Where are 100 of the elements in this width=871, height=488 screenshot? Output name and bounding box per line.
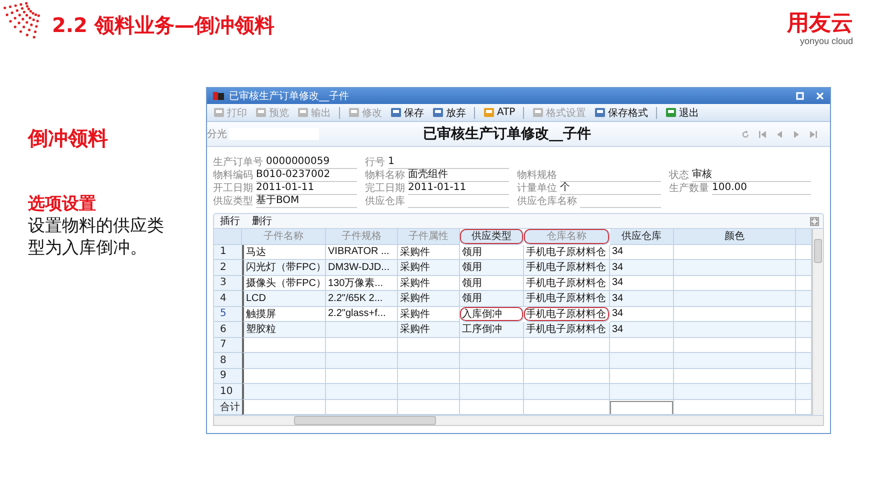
- table-cell: 领用: [460, 276, 524, 291]
- table-cell: 采购件: [398, 322, 460, 338]
- table-cell: 闪光灯（带FPC）: [242, 260, 326, 276]
- close-icon[interactable]: [816, 92, 824, 100]
- form-title: 已审核生产订单修改__子件: [423, 125, 591, 143]
- table-cell: [460, 368, 524, 384]
- field-label: 物料规格: [517, 168, 557, 182]
- field-value[interactable]: B010-0237002: [256, 169, 357, 182]
- toolbar-button[interactable]: ATP: [480, 105, 518, 120]
- table-cell: 130万像素...: [326, 276, 398, 291]
- row-number: 6: [214, 322, 242, 338]
- table-cell: [796, 384, 812, 400]
- table-cell: [326, 384, 398, 400]
- field-label: 状态: [669, 168, 689, 182]
- table-cell: [610, 338, 674, 353]
- table-cell: 摄像头（带FPC）: [242, 276, 326, 291]
- field-value[interactable]: 0000000059: [266, 156, 357, 169]
- table-cell: 采购件: [398, 260, 460, 276]
- table-cell: [610, 368, 674, 384]
- row-number: 8: [214, 353, 242, 368]
- table-cell: VIBRATOR ...: [326, 244, 398, 260]
- table-cell: [326, 368, 398, 384]
- table-cell: [796, 368, 812, 384]
- table-cell: [326, 353, 398, 368]
- field-label: 供应仓库: [365, 194, 405, 208]
- grid-action-button[interactable]: 删行: [250, 214, 274, 228]
- column-header[interactable]: 颜色: [674, 229, 796, 244]
- field-value[interactable]: 审核: [692, 169, 811, 182]
- row-number: 7: [214, 338, 242, 353]
- field-label: 供应仓库名称: [517, 194, 577, 208]
- slide-subheading: 选项设置: [28, 193, 97, 215]
- slide-heading: 倒冲领料: [28, 125, 109, 152]
- maximize-icon[interactable]: [796, 92, 804, 100]
- refresh-icon[interactable]: [741, 130, 750, 138]
- table-cell: [326, 338, 398, 353]
- table-cell: [460, 338, 524, 353]
- table-cell: 2.2"glass+f...: [326, 306, 398, 322]
- toolbar-button[interactable]: 保存格式: [591, 105, 652, 120]
- next-icon[interactable]: [792, 130, 801, 138]
- table-cell: 入库倒冲: [460, 306, 524, 322]
- column-header[interactable]: 供应类型: [460, 229, 524, 244]
- table-cell: 34: [610, 260, 674, 276]
- row-number: 4: [214, 291, 242, 306]
- first-icon[interactable]: [758, 130, 767, 138]
- field-label: 开工日期: [213, 182, 253, 195]
- table-cell: 手机电子原材料仓: [524, 260, 610, 276]
- table-cell: [796, 244, 812, 260]
- table-cell: [610, 353, 674, 368]
- logo-tagline: yonyou cloud: [800, 36, 853, 46]
- table-cell: [460, 384, 524, 400]
- field-value[interactable]: 基于BOM: [256, 195, 357, 208]
- last-icon[interactable]: [809, 130, 818, 138]
- table-cell: [398, 368, 460, 384]
- field-label: 物料名称: [365, 168, 405, 182]
- field-value[interactable]: 100.00: [712, 182, 811, 195]
- expand-icon[interactable]: [810, 216, 819, 226]
- table-cell: [398, 353, 460, 368]
- toolbar-button[interactable]: 放弃: [429, 105, 469, 120]
- field-value[interactable]: 个: [560, 182, 661, 195]
- table-cell: LCD: [242, 291, 326, 306]
- table-cell: 手机电子原材料仓: [524, 276, 610, 291]
- table-cell: [796, 291, 812, 306]
- table-cell: 采购件: [398, 244, 460, 260]
- column-header[interactable]: 供应仓库: [610, 229, 674, 244]
- window-title: 已审核生产订单修改__子件: [229, 90, 349, 103]
- table-cell: 手机电子原材料仓: [524, 291, 610, 306]
- table-cell: [796, 353, 812, 368]
- row-number: 1: [214, 244, 242, 260]
- table-cell: [796, 338, 812, 353]
- table-cell: 采购件: [398, 276, 460, 291]
- row-number: 10: [214, 384, 242, 400]
- table-cell: 触摸屏: [242, 306, 326, 322]
- field-value[interactable]: 2011-01-11: [256, 182, 357, 195]
- field-value[interactable]: 1: [388, 156, 509, 169]
- field-label: 计量单位: [517, 182, 557, 195]
- filter-label: 分光: [207, 128, 227, 141]
- row-number: 5: [214, 306, 242, 322]
- table-cell: [460, 353, 524, 368]
- row-number: 3: [214, 276, 242, 291]
- vertical-scrollbar[interactable]: [812, 229, 823, 415]
- table-cell: 采购件: [398, 291, 460, 306]
- field-label: 物料编码: [213, 168, 253, 182]
- previous-icon[interactable]: [775, 130, 784, 138]
- table-cell: 34: [610, 322, 674, 338]
- table-cell: 34: [610, 276, 674, 291]
- table-cell: 手机电子原材料仓: [524, 306, 610, 322]
- logo-mark: 用友云: [787, 12, 853, 36]
- toolbar-button[interactable]: 退出: [662, 105, 702, 120]
- toolbar-button[interactable]: 保存: [387, 105, 427, 120]
- table-cell: [796, 260, 812, 276]
- field-label: 生产数量: [669, 182, 709, 195]
- table-cell: [398, 338, 460, 353]
- table-cell: 领用: [460, 291, 524, 306]
- grid-action-button[interactable]: 插行: [218, 214, 242, 228]
- field-value[interactable]: 2011-01-11: [408, 182, 509, 195]
- horizontal-scrollbar[interactable]: [213, 416, 824, 426]
- field-value[interactable]: 面壳组件: [408, 169, 509, 182]
- table-cell: [796, 322, 812, 338]
- table-cell: [796, 306, 812, 322]
- table-cell: [398, 384, 460, 400]
